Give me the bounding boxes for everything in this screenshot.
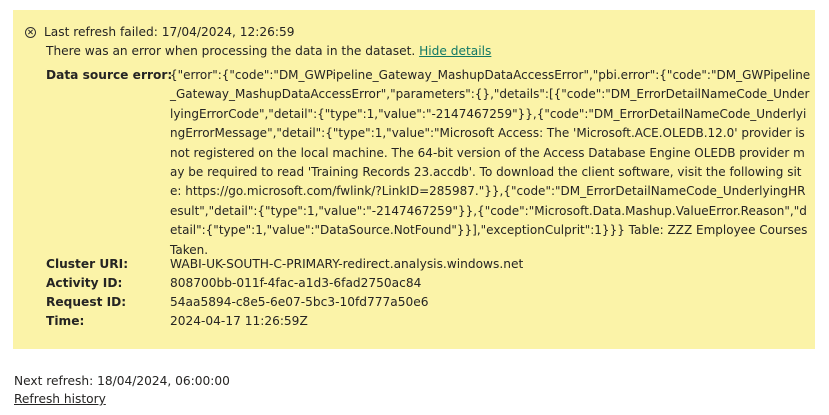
alert-header: Last refresh failed: 17/04/2024, 12:26:5… — [25, 24, 294, 40]
alert-message-line: There was an error when processing the d… — [46, 43, 491, 59]
next-refresh-text: Next refresh: 18/04/2024, 06:00:00 — [14, 374, 230, 388]
cluster-uri-value: WABI-UK-SOUTH-C-PRIMARY-redirect.analysi… — [170, 257, 524, 271]
data-source-error-label: Data source error: — [46, 68, 173, 82]
time-value: 2024-04-17 11:26:59Z — [170, 314, 308, 328]
activity-id-label: Activity ID: — [46, 276, 123, 290]
request-id-label: Request ID: — [46, 295, 127, 309]
data-source-error-value: {"error":{"code":"DM_GWPipeline_Gateway_… — [170, 68, 811, 257]
alert-message: There was an error when processing the d… — [46, 44, 416, 58]
error-circle-icon — [25, 26, 36, 38]
refresh-history-link[interactable]: Refresh history — [14, 391, 106, 407]
cluster-uri-label: Cluster URI: — [46, 257, 129, 271]
time-label: Time: — [46, 314, 85, 328]
alert-title: Last refresh failed: 17/04/2024, 12:26:5… — [44, 25, 295, 39]
request-id-value: 54aa5894-c8e5-6e07-5bc3-10fd777a50e6 — [170, 295, 429, 309]
refresh-error-alert: Last refresh failed: 17/04/2024, 12:26:5… — [13, 10, 815, 349]
activity-id-value: 808700bb-011f-4fac-a1d3-6fad2750ac84 — [170, 276, 422, 290]
hide-details-link[interactable]: Hide details — [419, 44, 491, 58]
